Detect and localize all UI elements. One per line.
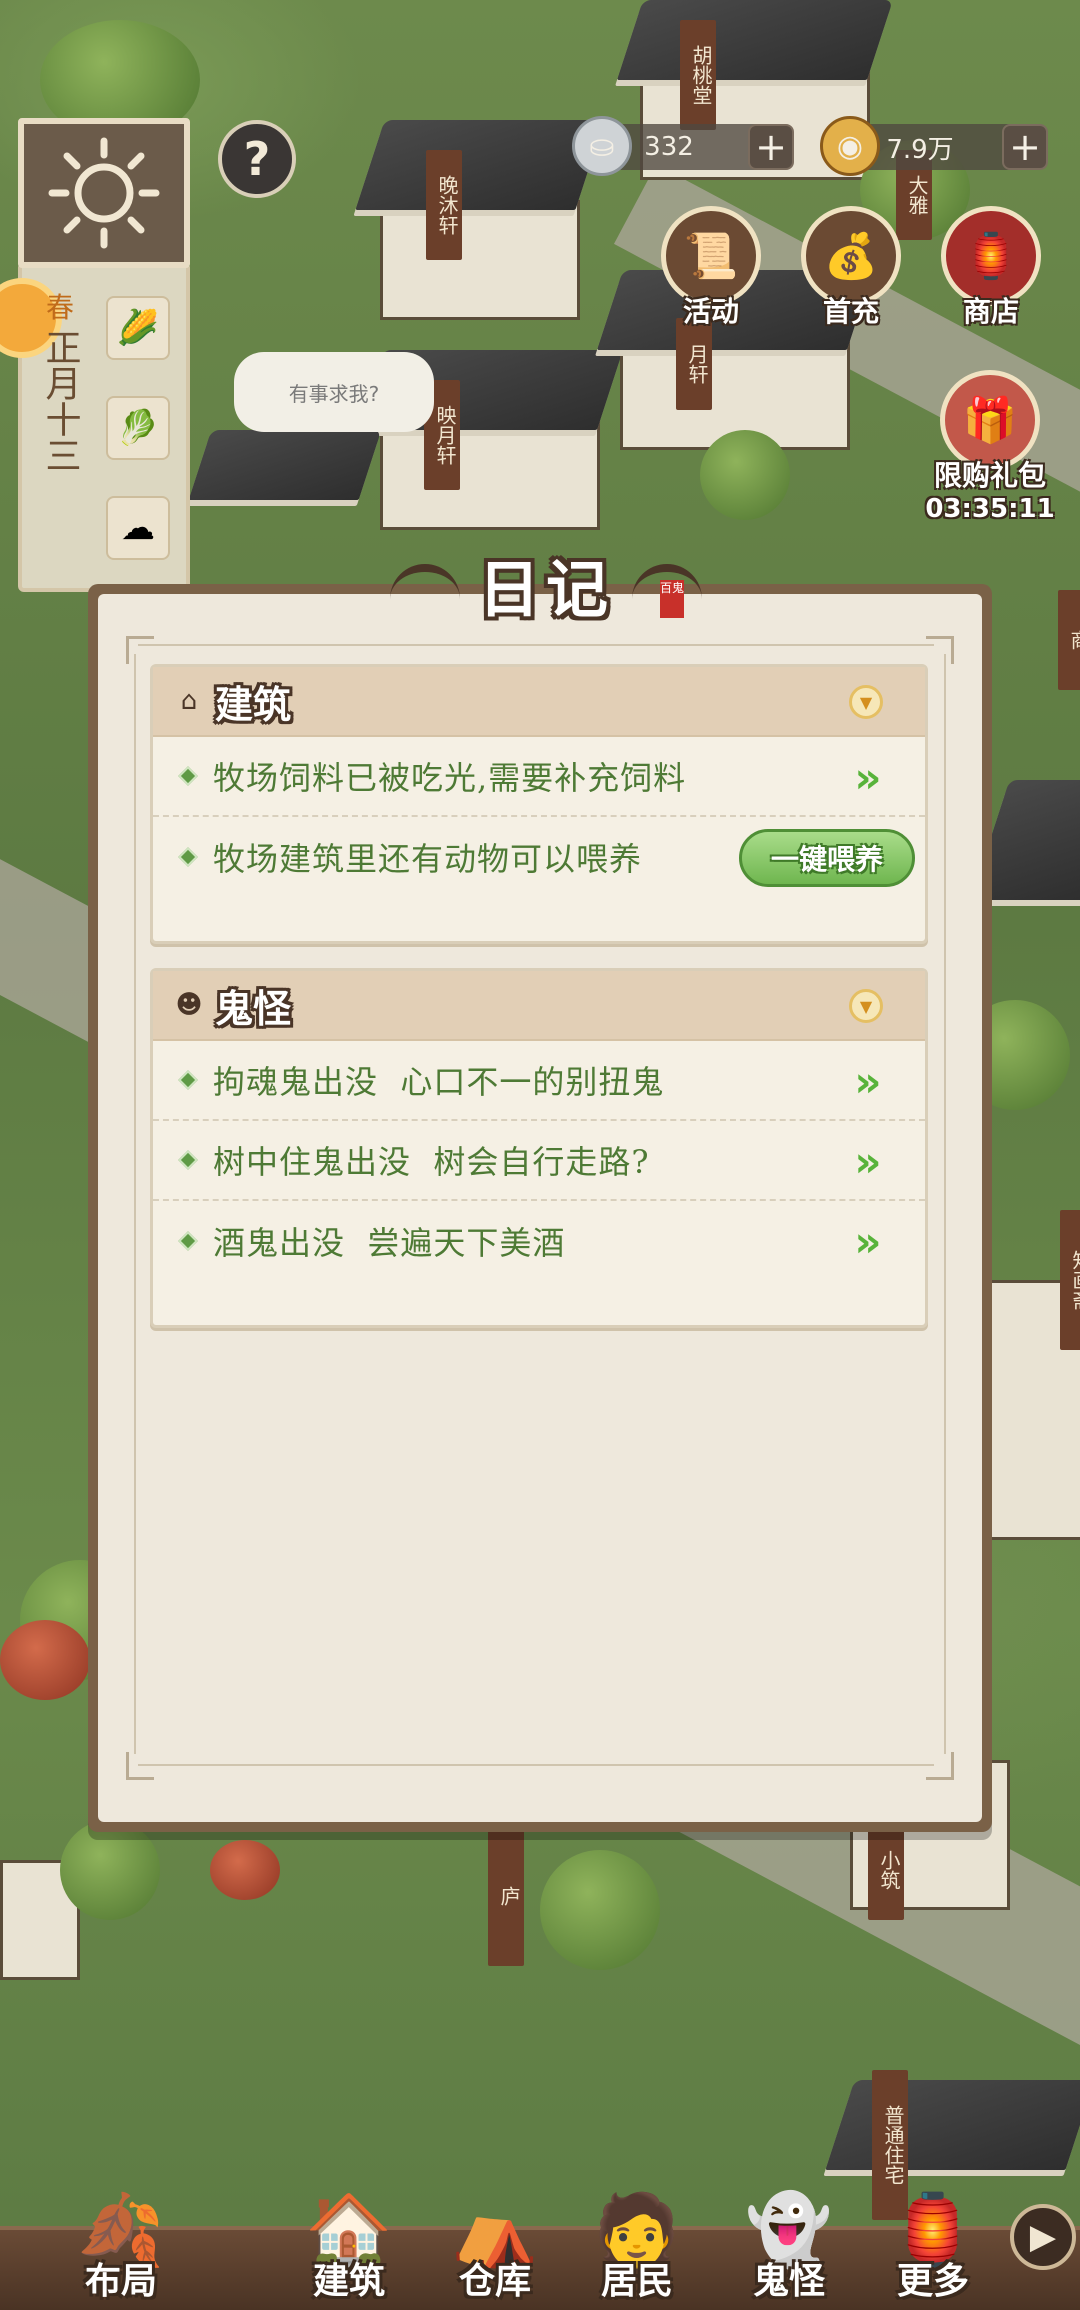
first-recharge-button[interactable]: 💰 首充	[796, 206, 906, 330]
silver-ingot-icon: ⛀	[572, 116, 632, 176]
season-label: 春 正月十三	[30, 290, 90, 473]
list-item-text: 酒鬼出没 尝遍天下美酒	[213, 1224, 566, 1262]
dialog-title: 日记	[477, 553, 614, 626]
nav-label: 仓库	[458, 2260, 531, 2302]
add-silver-button[interactable]: +	[748, 124, 794, 170]
cloud-icon[interactable]: ☁	[106, 496, 170, 560]
bullet-icon	[178, 1150, 198, 1170]
list-item-text: 树中住鬼出没 树会自行走路?	[213, 1143, 650, 1181]
building-banner: 知画斋	[1060, 1210, 1080, 1350]
go-arrow-button[interactable]: »	[833, 1057, 889, 1106]
copper-coin-icon: ◉	[820, 116, 880, 176]
list-item-text: 拘魂鬼出没 心口不一的别扭鬼	[213, 1063, 665, 1101]
nav-more[interactable]: 🏮 更多	[868, 2162, 998, 2304]
season-text: 春	[45, 291, 74, 324]
event-button[interactable]: 📜 活动	[656, 206, 766, 330]
nav-layout[interactable]: 🍂 布局	[56, 2162, 186, 2304]
chevron-right-icon[interactable]: ▶	[1010, 2204, 1076, 2270]
go-arrow-button[interactable]: »	[833, 1217, 889, 1266]
red-seal-stamp: 百鬼	[660, 580, 684, 618]
list-item[interactable]: 酒鬼出没 尝遍天下美酒 »	[153, 1201, 925, 1281]
section-title: 建筑	[215, 681, 292, 727]
add-copper-button[interactable]: +	[1002, 124, 1048, 170]
event-label: 活动	[682, 295, 739, 328]
npc-speech-bubble[interactable]: 有事求我?	[234, 352, 434, 432]
bullet-icon	[178, 1231, 198, 1251]
chevron-down-icon[interactable]: ▼	[849, 685, 883, 719]
list-item[interactable]: 拘魂鬼出没 心口不一的别扭鬼 »	[153, 1041, 925, 1121]
section-header[interactable]: ☻ 鬼怪 ▼	[153, 971, 925, 1041]
house-icon: ⌂	[180, 686, 198, 716]
section-buildings: ⌂ 建筑 ▼ 牧场饲料已被吃光,需要补充饲料 » 牧场建筑里还有动物可以喂养 一…	[150, 664, 928, 944]
help-button[interactable]: ?	[218, 120, 296, 198]
section-header[interactable]: ⌂ 建筑 ▼	[153, 667, 925, 737]
bottom-nav: 🍂 布局 🏠 建筑 ⛺ 仓库 🧑 居民 👻 鬼怪 🏮 更多 ▶	[0, 2070, 1080, 2310]
ghost-icon: ☻	[175, 990, 203, 1020]
building-banner: 庐	[488, 1826, 524, 1966]
weather-sun-icon[interactable]	[18, 118, 190, 268]
building-banner: 小筑	[868, 1820, 904, 1920]
nav-label: 更多	[896, 2260, 969, 2302]
nav-label: 布局	[84, 2260, 157, 2302]
cabbage-icon[interactable]: 🥬	[106, 396, 170, 460]
nav-residents[interactable]: 🧑 居民	[572, 2162, 702, 2304]
bullet-icon	[178, 1070, 198, 1090]
shop-label: 商店	[962, 295, 1019, 328]
bullet-icon	[178, 847, 198, 867]
nav-label: 鬼怪	[752, 2260, 825, 2302]
section-ghosts: ☻ 鬼怪 ▼ 拘魂鬼出没 心口不一的别扭鬼 » 树中住鬼出没 树会自行走路? »…	[150, 968, 928, 1328]
nav-buildings[interactable]: 🏠 建筑	[284, 2162, 414, 2304]
go-arrow-button[interactable]: »	[833, 1137, 889, 1186]
corn-icon[interactable]: 🌽	[106, 296, 170, 360]
cloud-swirl-icon	[389, 564, 460, 604]
building-banner: 胡桃堂	[680, 20, 716, 130]
gift-label: 限购礼包	[933, 459, 1046, 492]
copper-counter: ◉ 7.9万 +	[820, 116, 1048, 176]
gift-timer: 03:35:11	[925, 494, 1055, 524]
nav-ghosts[interactable]: 👻 鬼怪	[724, 2162, 854, 2304]
go-arrow-button[interactable]: »	[833, 753, 889, 802]
chevron-down-icon[interactable]: ▼	[849, 989, 883, 1023]
list-item[interactable]: 牧场建筑里还有动物可以喂养 一键喂养	[153, 817, 925, 897]
shop-button[interactable]: 🏮 商店	[936, 206, 1046, 330]
building-banner: 商	[1058, 590, 1080, 690]
building-banner: 月轩	[676, 318, 712, 410]
silver-counter: ⛀ 332 +	[572, 116, 794, 176]
nav-label: 建筑	[312, 2260, 385, 2302]
limited-gift-button[interactable]: 🎁 限购礼包 03:35:11	[910, 370, 1070, 524]
list-item[interactable]: 树中住鬼出没 树会自行走路? »	[153, 1121, 925, 1201]
date-text: 正月十三	[39, 329, 81, 473]
nav-label: 居民	[600, 2260, 673, 2302]
list-item[interactable]: 牧场饲料已被吃光,需要补充饲料 »	[153, 737, 925, 817]
bullet-icon	[178, 766, 198, 786]
list-item-text: 牧场饲料已被吃光,需要补充饲料	[213, 759, 687, 797]
section-title: 鬼怪	[215, 985, 292, 1031]
first-recharge-label: 首充	[822, 295, 879, 328]
feed-all-button[interactable]: 一键喂养	[739, 829, 915, 887]
list-item-text: 牧场建筑里还有动物可以喂养	[213, 840, 643, 878]
nav-warehouse[interactable]: ⛺ 仓库	[430, 2162, 560, 2304]
building-banner: 晚沐轩	[426, 150, 462, 260]
